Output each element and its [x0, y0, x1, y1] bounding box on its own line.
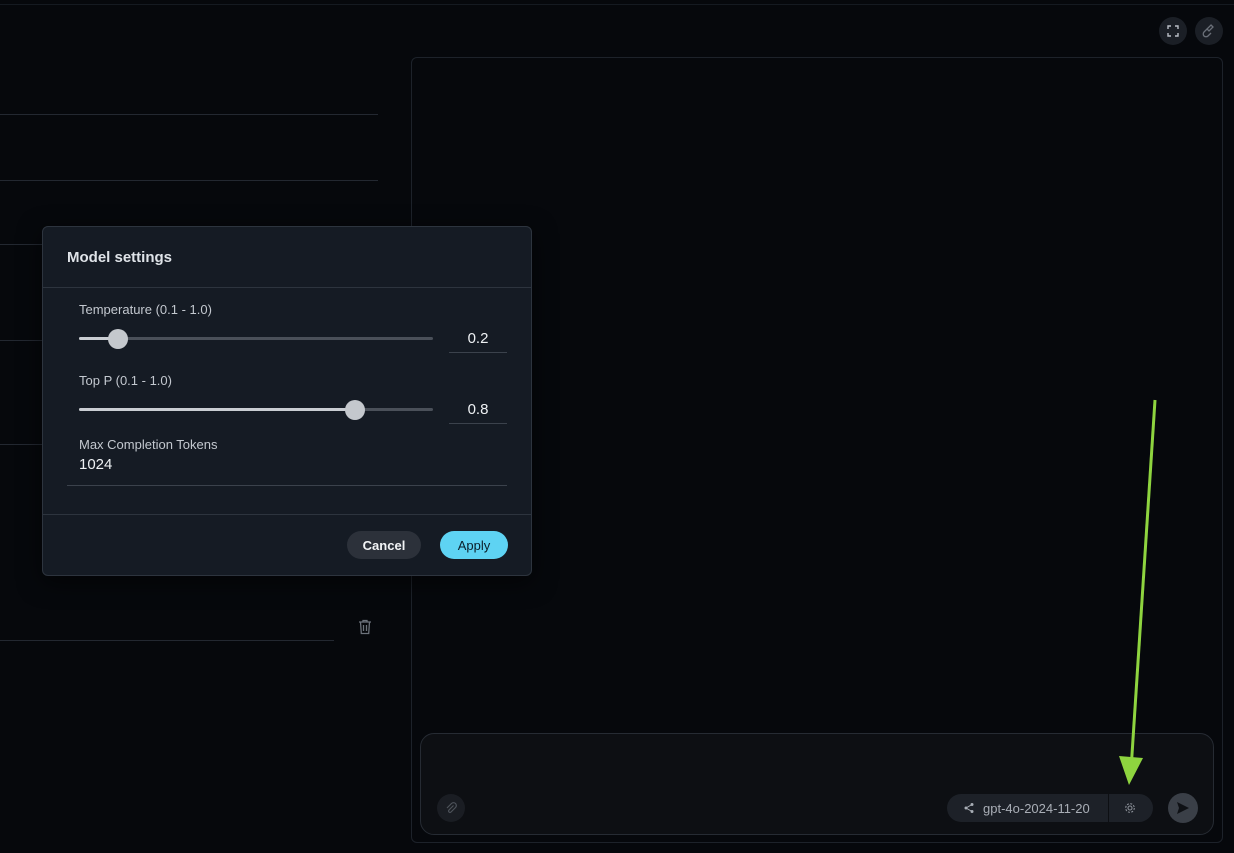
attach-button[interactable]: [437, 794, 465, 822]
dialog-header: Model settings: [43, 227, 531, 288]
slider-fill: [79, 408, 356, 411]
model-name: gpt-4o-2024-11-20: [983, 800, 1090, 816]
temperature-slider[interactable]: [79, 328, 433, 349]
fullscreen-button[interactable]: [1159, 17, 1187, 45]
cancel-button[interactable]: Cancel: [347, 531, 421, 559]
top-p-label: Top P (0.1 - 1.0): [79, 373, 172, 388]
max-tokens-input[interactable]: 1024: [79, 456, 112, 473]
chat-panel: [411, 57, 1223, 843]
attach-icon: [445, 802, 457, 814]
model-settings-dialog: Model settings Temperature (0.1 - 1.0) 0…: [42, 226, 532, 576]
background-field-line: [0, 180, 378, 181]
slider-thumb[interactable]: [345, 400, 366, 420]
max-tokens-label: Max Completion Tokens: [79, 437, 218, 452]
clear-icon: [1202, 24, 1216, 38]
top-p-slider[interactable]: [79, 399, 433, 420]
dialog-title: Model settings: [67, 248, 173, 266]
temperature-input[interactable]: 0.2: [449, 325, 507, 353]
max-tokens-underline: [67, 485, 507, 486]
background-field-line: [0, 640, 334, 641]
gear-icon[interactable]: [1124, 802, 1136, 814]
slider-track: [79, 337, 433, 340]
share-icon: [963, 802, 975, 814]
trash-icon[interactable]: [358, 619, 372, 635]
temperature-label: Temperature (0.1 - 1.0): [79, 302, 212, 317]
expand-icon: [1167, 25, 1179, 37]
pill-divider: [1108, 794, 1109, 822]
send-icon: [1175, 800, 1191, 816]
top-divider: [0, 4, 1234, 5]
dialog-footer-divider: [43, 514, 531, 515]
model-selector[interactable]: gpt-4o-2024-11-20: [947, 794, 1153, 822]
clear-chat-button[interactable]: [1195, 17, 1223, 45]
top-p-input[interactable]: 0.8: [449, 396, 507, 424]
background-field-line: [0, 114, 378, 115]
apply-button[interactable]: Apply: [440, 531, 508, 559]
send-button[interactable]: [1168, 793, 1198, 823]
slider-thumb[interactable]: [107, 329, 128, 349]
